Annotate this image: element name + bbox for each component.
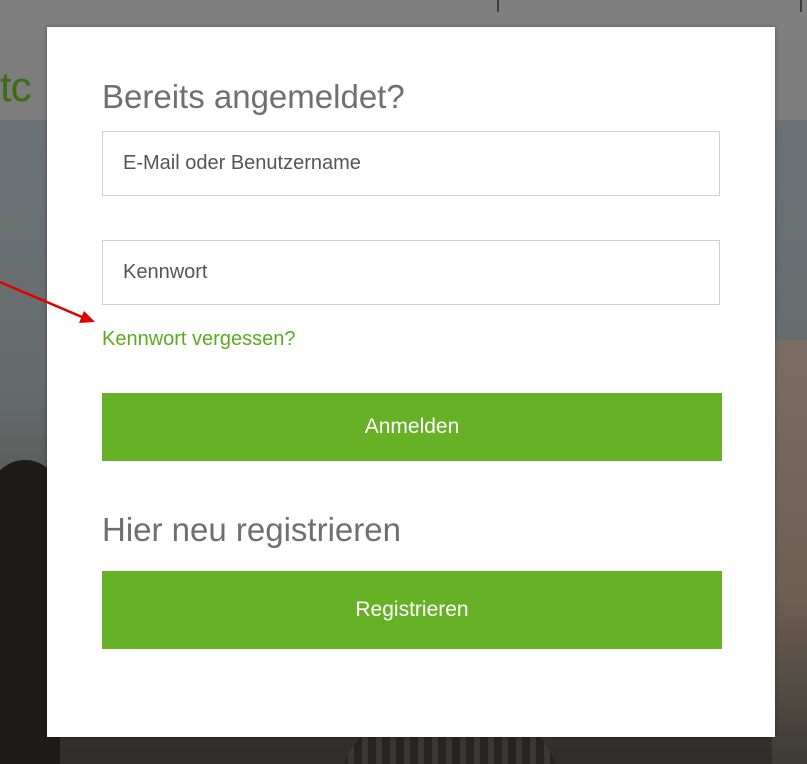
forgot-password-link[interactable]: Kennwort vergessen? xyxy=(102,325,295,353)
register-title: Hier neu registrieren xyxy=(102,511,401,548)
password-field[interactable] xyxy=(102,240,720,305)
background-person-right xyxy=(772,340,807,764)
email-field[interactable] xyxy=(102,131,720,196)
register-button[interactable]: Registrieren xyxy=(102,571,722,649)
background-logo-fragment: tc xyxy=(0,63,32,110)
background-divider xyxy=(497,0,499,12)
login-title: Bereits angemeldet? xyxy=(102,78,405,115)
login-button[interactable]: Anmelden xyxy=(102,393,722,461)
login-modal: Bereits angemeldet? Kennwort vergessen? … xyxy=(47,27,775,737)
background-divider xyxy=(800,0,802,12)
